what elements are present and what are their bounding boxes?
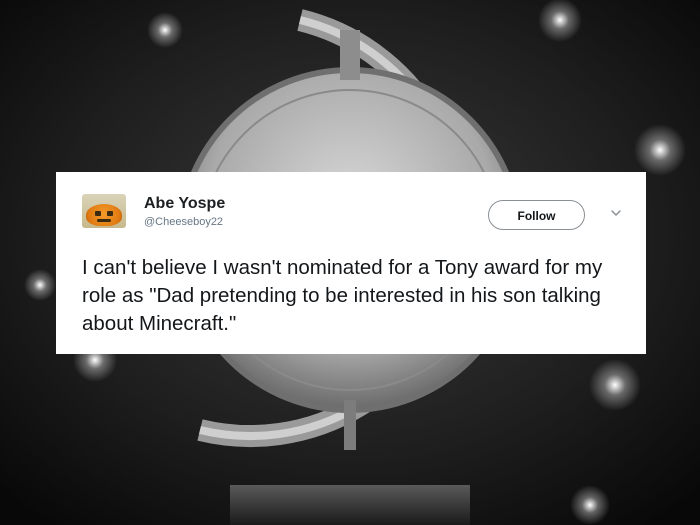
pumpkin-avatar-icon bbox=[86, 204, 122, 226]
tweet-card: Abe Yospe @Cheeseboy22 Follow I can't be… bbox=[56, 172, 646, 354]
user-handle[interactable]: @Cheeseboy22 bbox=[144, 216, 223, 228]
avatar[interactable] bbox=[82, 194, 126, 228]
display-name[interactable]: Abe Yospe bbox=[144, 195, 225, 213]
tweet-text: I can't believe I wasn't nominated for a… bbox=[82, 256, 603, 335]
chevron-down-icon[interactable] bbox=[609, 206, 623, 220]
follow-button[interactable]: Follow bbox=[488, 200, 585, 230]
